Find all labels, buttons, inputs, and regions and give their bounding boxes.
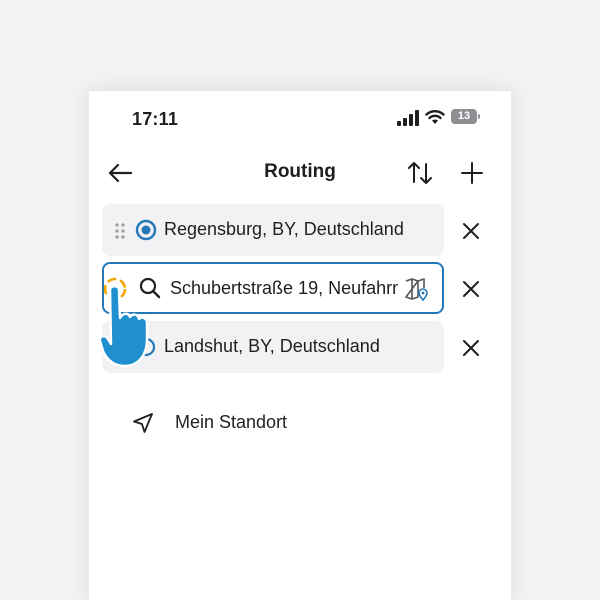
status-time: 17:11 xyxy=(132,109,179,129)
origin-dot-icon xyxy=(135,219,157,241)
route-stop-input[interactable]: Schubertstraße 19, Neufahrn xyxy=(102,262,444,314)
route-stop-label: Landshut, BY, Deutschland xyxy=(164,336,380,356)
page-title: Routing xyxy=(264,161,336,182)
close-icon[interactable] xyxy=(457,217,485,245)
search-icon xyxy=(139,277,161,299)
navigation-arrow-icon xyxy=(133,413,153,433)
my-location-option[interactable]: Mein Standort xyxy=(131,409,431,439)
route-stop-origin[interactable]: Regensburg, BY, Deutschland xyxy=(102,204,444,256)
drag-handle-icon[interactable] xyxy=(114,222,126,240)
battery-icon: 13 xyxy=(451,109,483,125)
plus-icon[interactable] xyxy=(457,158,487,188)
route-stop-destination[interactable]: Landshut, BY, Deutschland xyxy=(102,321,444,373)
destination-icon xyxy=(136,337,156,357)
close-icon[interactable] xyxy=(457,334,485,362)
route-stop-label: Regensburg, BY, Deutschland xyxy=(164,219,404,239)
battery-level: 13 xyxy=(451,109,477,124)
battery-tip xyxy=(478,114,480,119)
swap-vertical-icon[interactable] xyxy=(405,158,435,188)
close-icon[interactable] xyxy=(457,275,485,303)
route-stop-input-value[interactable]: Schubertstraße 19, Neufahrn xyxy=(170,278,398,299)
cellular-signal-icon xyxy=(397,110,419,126)
phone-screen: 17:11 13 Routing Regensburg, BY, Deutsch… xyxy=(89,91,511,600)
routing-header: Routing xyxy=(89,151,511,195)
map-pin-icon[interactable] xyxy=(404,276,430,302)
my-location-label: Mein Standort xyxy=(175,412,288,432)
wifi-icon xyxy=(425,110,445,124)
status-bar: 17:11 13 xyxy=(89,91,511,147)
